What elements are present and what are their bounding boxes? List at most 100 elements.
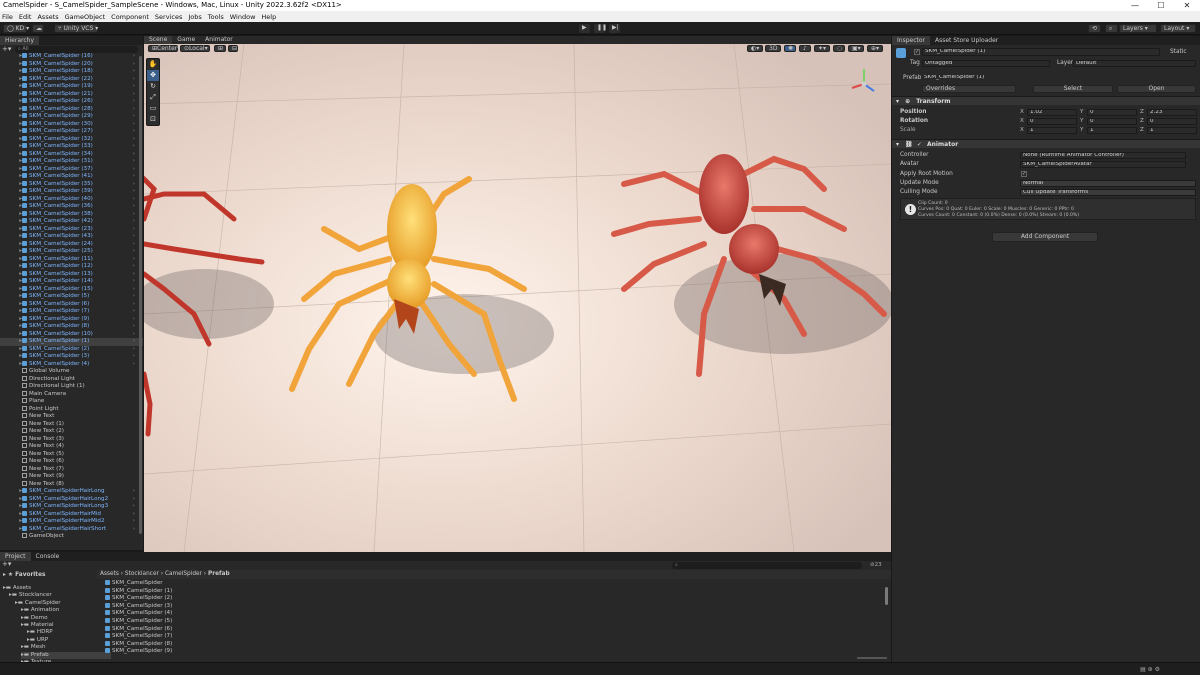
hierarchy-item[interactable]: New Text (3)	[0, 435, 143, 444]
tab-inspector[interactable]: Inspector	[892, 36, 930, 45]
hierarchy-item[interactable]: ▸ SKM_CamelSpider (15) ›	[0, 285, 143, 294]
expand-arrow-icon[interactable]: ▸	[0, 181, 22, 189]
open-prefab-arrow-icon[interactable]: ›	[133, 226, 135, 234]
prefab-asset-field[interactable]: SKM_CamelSpider (1)	[922, 75, 1188, 82]
hierarchy-item[interactable]: Plane	[0, 398, 143, 406]
hierarchy-item[interactable]: ▸ SKM_CamelSpider (21) ›	[0, 90, 143, 99]
scale-x-field[interactable]: 1	[1027, 127, 1077, 134]
hierarchy-item[interactable]: ▸ SKM_CamelSpiderHairShort ›	[0, 525, 143, 534]
expand-arrow-icon[interactable]: ▸	[0, 233, 22, 241]
move-tool-icon[interactable]: ✥	[147, 70, 159, 81]
open-prefab-arrow-icon[interactable]: ›	[133, 293, 135, 301]
hierarchy-item[interactable]: ▸ SKM_CamelSpider (38) ›	[0, 210, 143, 219]
hierarchy-item[interactable]: ▸ SKM_CamelSpider (8) ›	[0, 323, 143, 331]
open-prefab-arrow-icon[interactable]: ›	[133, 53, 135, 61]
breadcrumb-item[interactable]: Stocklancer	[125, 571, 159, 577]
expand-arrow-icon[interactable]: ▸	[0, 511, 22, 519]
favorites-item[interactable]: ▸ ★ Favorites	[3, 572, 45, 578]
hierarchy-item[interactable]: Point Light	[0, 405, 143, 414]
expand-arrow-icon[interactable]: ▸	[0, 496, 22, 504]
hierarchy-item[interactable]: ▸ SKM_CamelSpiderHairLong2 ›	[0, 495, 143, 504]
update-mode-dropdown[interactable]: Normal	[1020, 180, 1196, 187]
expand-arrow-icon[interactable]: ▸	[0, 68, 22, 76]
menu-item-help[interactable]: Help	[261, 13, 276, 21]
folder-item[interactable]: ▸▬ Material	[21, 622, 54, 629]
hierarchy-item[interactable]: ▸ SKM_CamelSpider (30) ›	[0, 120, 143, 129]
open-prefab-arrow-icon[interactable]: ›	[133, 308, 135, 316]
open-prefab-arrow-icon[interactable]: ›	[133, 503, 135, 511]
expand-arrow-icon[interactable]: ▸	[0, 113, 22, 121]
hierarchy-item[interactable]: ▸ SKM_CamelSpider (19) ›	[0, 83, 143, 91]
open-prefab-arrow-icon[interactable]: ›	[133, 233, 135, 241]
hierarchy-scrollbar[interactable]	[139, 56, 142, 534]
expand-arrow-icon[interactable]: ▸	[0, 91, 22, 99]
expand-arrow-icon[interactable]: ▸	[0, 263, 22, 271]
rotation-x-field[interactable]: 0	[1027, 118, 1077, 125]
hierarchy-item[interactable]: ▸ SKM_CamelSpiderHairMid ›	[0, 510, 143, 519]
hierarchy-item[interactable]: ▸ SKM_CamelSpider (25) ›	[0, 248, 143, 256]
position-x-field[interactable]: 1.02	[1027, 109, 1077, 116]
open-prefab-arrow-icon[interactable]: ›	[133, 76, 135, 84]
zoom-slider[interactable]	[857, 657, 887, 659]
hierarchy-item[interactable]: ▸ SKM_CamelSpider (27) ›	[0, 128, 143, 136]
draw-mode-icon[interactable]: ◐▾	[747, 45, 763, 52]
avatar-field[interactable]: SKM_CamelSpiderAvatar	[1020, 161, 1186, 168]
asset-item[interactable]: SKM_CamelSpider (1)	[105, 587, 172, 595]
project-search-input[interactable]: ⌕	[672, 562, 862, 569]
pivot-dropdown[interactable]: ⊞Center▾	[148, 45, 180, 52]
asset-item[interactable]: SKM_CamelSpider (4)	[105, 610, 172, 617]
open-prefab-arrow-icon[interactable]: ›	[133, 496, 135, 504]
hierarchy-item[interactable]: Global Volume	[0, 368, 143, 376]
expand-arrow-icon[interactable]: ▸	[0, 218, 22, 226]
position-z-field[interactable]: 2.23	[1147, 109, 1197, 116]
open-prefab-arrow-icon[interactable]: ›	[133, 106, 135, 114]
hierarchy-item[interactable]: ▸ SKM_CamelSpider (11) ›	[0, 255, 143, 264]
tab-animator[interactable]: Animator	[200, 36, 238, 44]
open-prefab-arrow-icon[interactable]: ›	[133, 83, 135, 91]
hierarchy-item[interactable]: ▸ SKM_CamelSpider (5) ›	[0, 293, 143, 301]
expand-arrow-icon[interactable]: ▸	[0, 331, 22, 339]
step-button[interactable]: ▶|	[609, 24, 620, 33]
hierarchy-item[interactable]: ▸ SKM_CamelSpider (24) ›	[0, 240, 143, 249]
lighting-icon[interactable]: ✺	[784, 45, 796, 52]
scale-z-field[interactable]: 1	[1147, 127, 1197, 134]
scale-y-field[interactable]: 1	[1087, 127, 1137, 134]
hierarchy-item[interactable]: New Text	[0, 413, 143, 421]
open-prefab-arrow-icon[interactable]: ›	[133, 256, 135, 264]
expand-arrow-icon[interactable]: ▸	[0, 338, 22, 346]
breadcrumb-item[interactable]: Prefab	[208, 571, 230, 577]
open-prefab-arrow-icon[interactable]: ›	[133, 346, 135, 354]
hierarchy-item[interactable]: Directional Light	[0, 375, 143, 384]
layers-dropdown[interactable]: Layers ▾	[1119, 24, 1157, 33]
hierarchy-item[interactable]: ▸ SKM_CamelSpider (36) ›	[0, 203, 143, 211]
open-prefab-arrow-icon[interactable]: ›	[133, 143, 135, 151]
hierarchy-item[interactable]: ▸ SKM_CamelSpider (7) ›	[0, 308, 143, 316]
expand-arrow-icon[interactable]: ▸	[0, 53, 22, 61]
history-icon[interactable]: ⟲	[1088, 24, 1101, 33]
tab-scene[interactable]: Scene	[144, 36, 173, 44]
expand-arrow-icon[interactable]: ▸	[0, 241, 22, 249]
expand-arrow-icon[interactable]: ▸	[0, 286, 22, 294]
pause-button[interactable]: ❚❚	[594, 24, 607, 33]
folder-item[interactable]: ▸▬ HDRP	[27, 629, 53, 636]
expand-arrow-icon[interactable]: ▸	[0, 526, 22, 534]
layer-dropdown[interactable]: Default	[1073, 60, 1196, 67]
hierarchy-item[interactable]: ▸ SKM_CamelSpider (39) ›	[0, 188, 143, 196]
hierarchy-item[interactable]: ▸ SKM_CamelSpider (20) ›	[0, 60, 143, 69]
expand-arrow-icon[interactable]: ▸	[0, 158, 22, 166]
hierarchy-item[interactable]: ▸ SKM_CamelSpider (16) ›	[0, 53, 143, 61]
hierarchy-item[interactable]: ▸ SKM_CamelSpider (35) ›	[0, 180, 143, 189]
hierarchy-item[interactable]: New Text (2)	[0, 428, 143, 436]
menu-item-edit[interactable]: Edit	[19, 13, 32, 21]
expand-arrow-icon[interactable]: ▸	[0, 346, 22, 354]
expand-arrow-icon[interactable]: ▸	[0, 361, 22, 369]
open-prefab-arrow-icon[interactable]: ›	[133, 98, 135, 106]
expand-arrow-icon[interactable]: ▸	[0, 76, 22, 84]
folder-item[interactable]: ▸▬ Demo	[21, 615, 48, 622]
open-prefab-arrow-icon[interactable]: ›	[133, 61, 135, 69]
play-button[interactable]: ▶	[579, 24, 590, 33]
position-y-field[interactable]: 0	[1087, 109, 1137, 116]
open-prefab-arrow-icon[interactable]: ›	[133, 331, 135, 339]
tab-console[interactable]: Console	[31, 552, 65, 561]
open-prefab-arrow-icon[interactable]: ›	[133, 91, 135, 99]
